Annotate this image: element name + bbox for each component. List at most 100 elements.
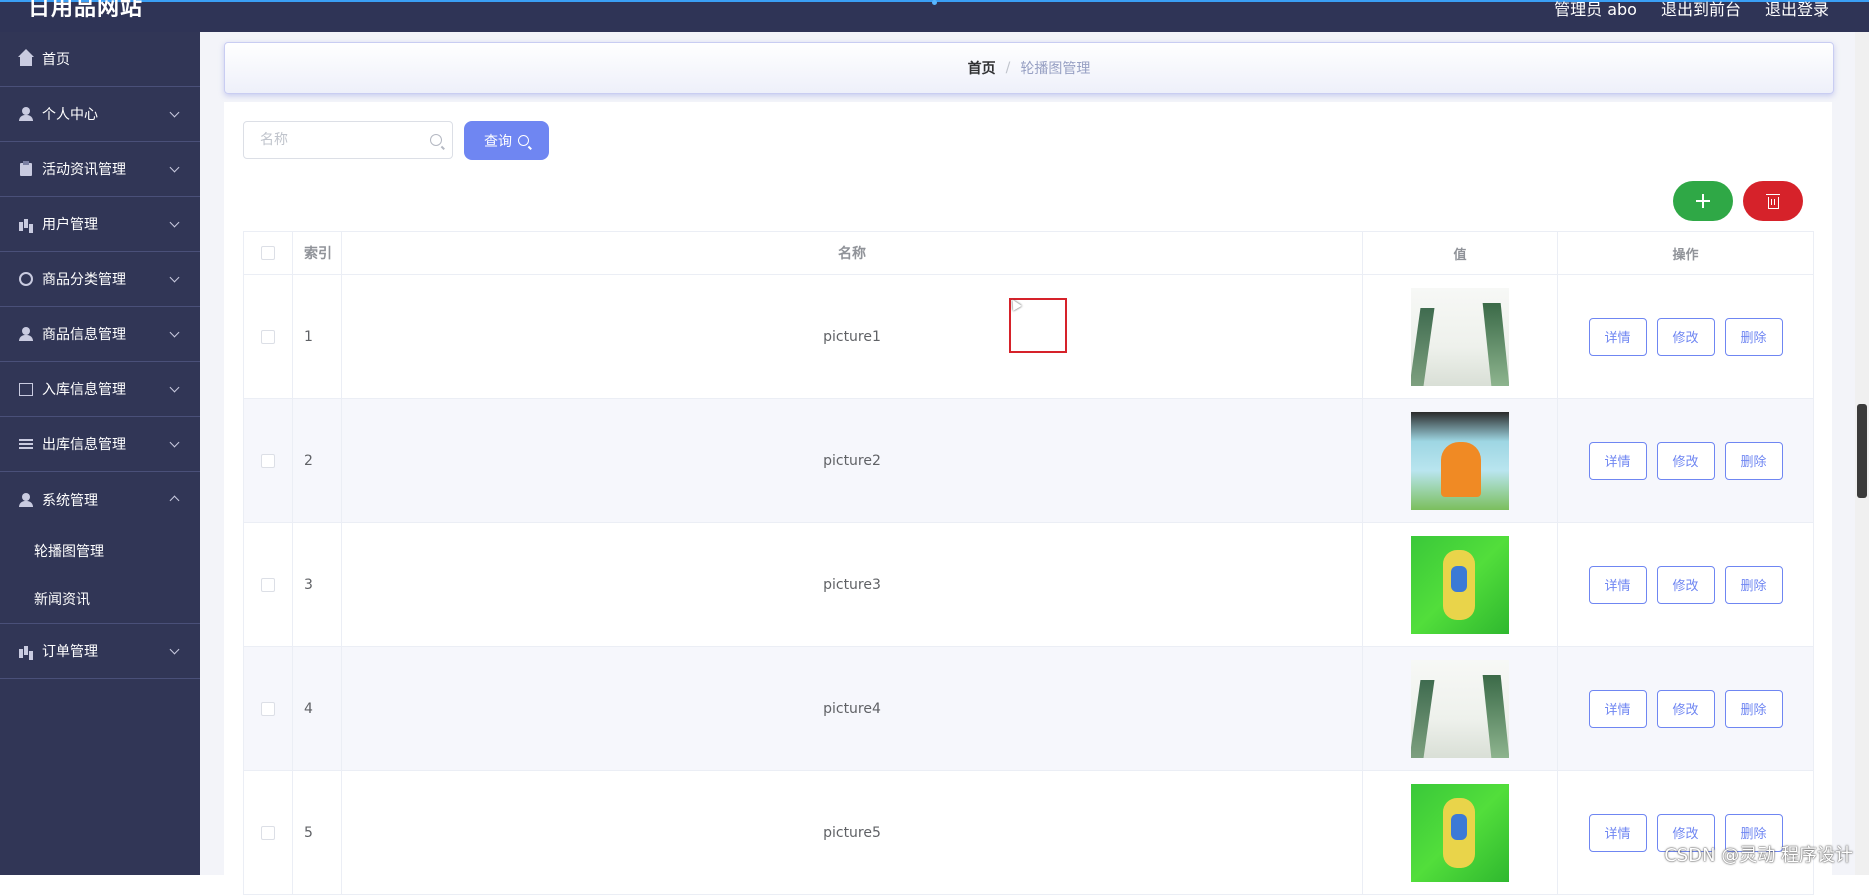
plus-icon [1696,194,1710,208]
row-thumbnail [1411,659,1509,758]
row-name: picture3 [342,523,1363,646]
trash-icon [1765,193,1780,209]
logout-link[interactable]: 退出登录 [1765,0,1829,20]
table-row: 2 picture2 详情 修改 删除 [244,399,1813,523]
row-checkbox[interactable] [261,453,275,468]
sidebar-item-product-info[interactable]: 商品信息管理 [0,307,200,362]
content-panel: 查询 索引 名称 值 操作 1 picture1 [224,102,1832,895]
row-thumbnail [1411,783,1509,882]
row-index: 5 [293,771,342,894]
page-scrollbar[interactable] [1855,32,1869,875]
sidebar-item-label: 入库信息管理 [42,382,126,398]
add-button[interactable] [1673,181,1733,221]
column-header-actions: 操作 [1672,247,1699,263]
sidebar-item-stock-out[interactable]: 出库信息管理 [0,417,200,472]
chart-icon [18,381,34,397]
row-checkbox-cell [244,647,293,770]
row-index: 4 [293,647,342,770]
row-name: picture2 [342,399,1363,522]
batch-delete-button[interactable] [1743,181,1803,221]
select-all-checkbox[interactable] [261,246,275,260]
delete-button[interactable]: 删除 [1724,441,1783,480]
system-submenu: 轮播图管理 新闻资讯 [0,527,200,624]
chevron-down-icon [169,107,180,118]
row-index: 1 [293,275,342,398]
detail-button[interactable]: 详情 [1588,317,1647,356]
row-thumbnail [1411,535,1509,634]
sidebar-item-home[interactable]: 首页 [0,32,200,87]
home-icon [18,49,34,67]
sidebar-item-system[interactable]: 系统管理 [0,472,200,527]
sidebar-subitem-news[interactable]: 新闻资讯 [0,575,200,623]
row-name: picture1 [342,275,1363,398]
row-actions: 详情 修改 删除 [1558,771,1813,894]
search-icon [518,135,529,146]
row-value-cell [1363,523,1558,646]
sidebar-item-activity-news[interactable]: 活动资讯管理 [0,142,200,197]
user-icon [18,106,34,122]
table-row: 4 picture4 详情 修改 删除 [244,647,1813,771]
column-header-index: 索引 [293,232,342,274]
sidebar-item-label: 商品分类管理 [42,272,126,288]
user-icon [18,326,34,342]
bars-icon [18,643,34,659]
clipboard-icon [18,161,34,177]
sidebar-item-label: 个人中心 [42,107,98,123]
sidebar-item-label: 首页 [42,52,70,68]
sidebar-subitem-carousel[interactable]: 轮播图管理 [0,527,200,575]
edit-button[interactable]: 修改 [1656,689,1715,728]
row-value-cell [1363,771,1558,894]
detail-button[interactable]: 详情 [1588,689,1647,728]
query-button[interactable]: 查询 [464,121,549,160]
chevron-down-icon [169,217,180,228]
row-value-cell [1363,647,1558,770]
chevron-down-icon [169,272,180,283]
detail-button[interactable]: 详情 [1588,441,1647,480]
detail-button[interactable]: 详情 [1588,565,1647,604]
sidebar-item-personal-center[interactable]: 个人中心 [0,87,200,142]
top-header: 日用品网站 管理员 abo 退出到前台 退出登录 [0,0,1869,32]
edit-button[interactable]: 修改 [1656,317,1715,356]
sidebar-item-label: 系统管理 [42,492,98,509]
chevron-down-icon [169,162,180,173]
row-checkbox[interactable] [261,825,275,840]
row-thumbnail [1411,287,1509,386]
delete-button[interactable]: 删除 [1724,689,1783,728]
column-header-name: 名称 [342,232,1363,274]
edit-button[interactable]: 修改 [1656,565,1715,604]
row-checkbox[interactable] [261,577,275,592]
search-input[interactable] [258,131,412,149]
row-checkbox[interactable] [261,329,275,344]
ring-icon [18,271,34,287]
edit-button[interactable]: 修改 [1656,441,1715,480]
delete-button[interactable]: 删除 [1724,565,1783,604]
sidebar-item-orders[interactable]: 订单管理 [0,624,200,679]
back-to-front-link[interactable]: 退出到前台 [1661,0,1741,20]
breadcrumb-current: 轮播图管理 [1020,61,1091,77]
sidebar: 首页 个人中心 活动资讯管理 用户管理 商品分类管理 商品信息管理 入库信息管理… [0,32,200,875]
breadcrumb-home[interactable]: 首页 [968,58,996,78]
sidebar-item-label: 出库信息管理 [42,437,126,453]
delete-button[interactable]: 删除 [1724,317,1783,356]
admin-user-link[interactable]: 管理员 abo [1554,0,1637,20]
list-icon [18,436,34,452]
sidebar-item-label: 活动资讯管理 [42,162,126,178]
detail-button[interactable]: 详情 [1588,813,1647,852]
sidebar-item-users[interactable]: 用户管理 [0,197,200,252]
row-index: 2 [293,399,342,522]
search-field[interactable] [243,121,453,159]
chevron-up-icon [169,495,180,506]
row-index: 3 [293,523,342,646]
watermark: CSDN @灵动 程序设计 [1664,845,1853,866]
row-name: picture5 [342,771,1363,894]
row-checkbox-cell [244,771,293,894]
sidebar-item-label: 商品信息管理 [42,327,126,343]
sidebar-item-label: 订单管理 [42,644,98,660]
breadcrumb: 首页 / 轮播图管理 [224,42,1834,94]
row-thumbnail [1411,411,1509,510]
row-checkbox[interactable] [261,701,275,716]
row-actions: 详情 修改 删除 [1558,275,1813,398]
scrollbar-thumb[interactable] [1857,404,1867,498]
sidebar-item-product-category[interactable]: 商品分类管理 [0,252,200,307]
sidebar-item-stock-in[interactable]: 入库信息管理 [0,362,200,417]
